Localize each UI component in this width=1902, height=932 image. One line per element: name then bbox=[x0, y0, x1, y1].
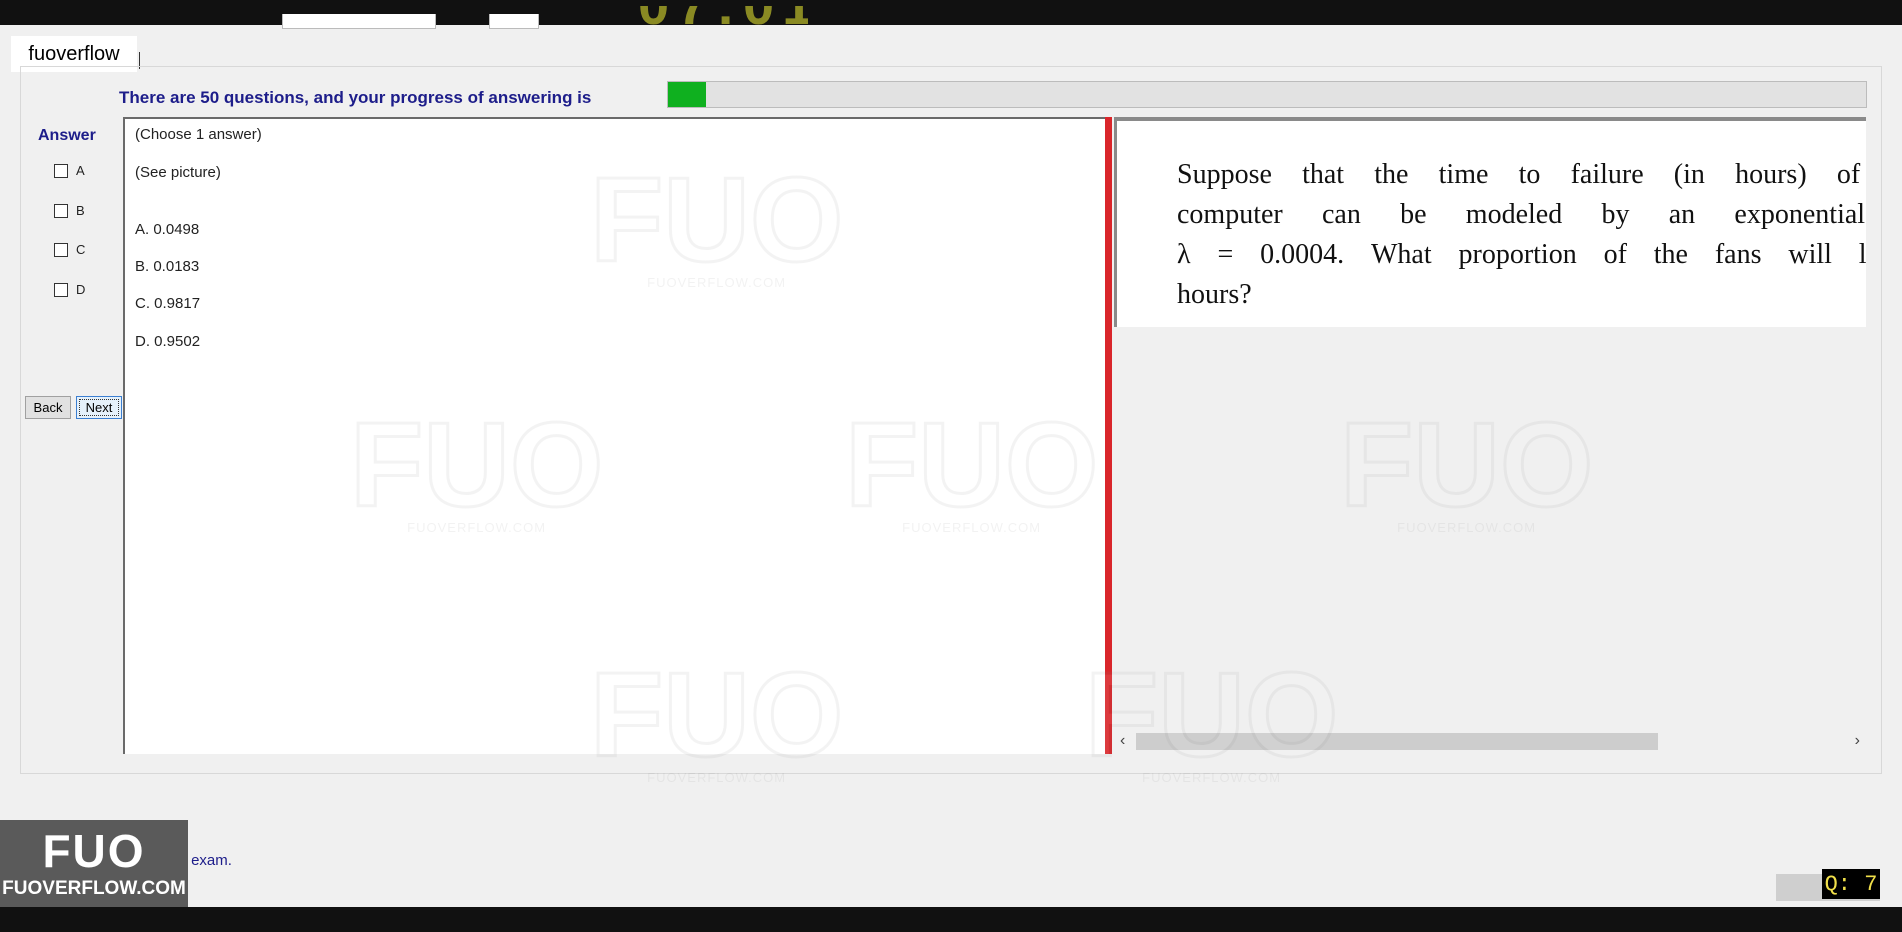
site-logo: FUO FUOVERFLOW.COM bbox=[0, 820, 188, 908]
answer-option-a[interactable]: A bbox=[54, 163, 85, 178]
progress-bar-fill bbox=[668, 82, 707, 107]
choice-a: A. 0.0498 bbox=[135, 221, 200, 238]
checkbox[interactable] bbox=[54, 282, 68, 297]
bottom-letterbox-bar bbox=[0, 907, 1902, 932]
question-counter: Q: 7 bbox=[1822, 869, 1880, 899]
question-image-line: hours? bbox=[1177, 279, 1252, 310]
answer-option-b[interactable]: B bbox=[54, 203, 85, 218]
question-image-line: Suppose that the time to failure (in hou… bbox=[1177, 159, 1866, 190]
question-text-panel: (Choose 1 answer) (See picture) A. 0.049… bbox=[123, 117, 1107, 754]
question-image: Suppose that the time to failure (in hou… bbox=[1114, 117, 1866, 327]
top-dropdown-control[interactable] bbox=[282, 14, 436, 29]
question-note: (See picture) bbox=[135, 164, 221, 181]
progress-text: There are 50 questions, and your progres… bbox=[119, 88, 592, 107]
checkbox[interactable] bbox=[54, 203, 68, 218]
panel-splitter[interactable] bbox=[1105, 117, 1112, 754]
answer-heading: Answer bbox=[38, 127, 96, 144]
horizontal-scrollbar[interactable]: ‹ › bbox=[1116, 730, 1866, 752]
scroll-right-icon[interactable]: › bbox=[1855, 732, 1860, 750]
exam-timer: 07:01 bbox=[638, 6, 808, 30]
answer-option-c[interactable]: C bbox=[54, 242, 85, 257]
answer-option-label: C bbox=[76, 242, 86, 257]
progress-bar bbox=[667, 81, 1867, 108]
next-button[interactable]: Next bbox=[76, 396, 122, 419]
checkbox[interactable] bbox=[54, 163, 68, 178]
answer-option-d[interactable]: D bbox=[54, 282, 85, 297]
choice-d: D. 0.9502 bbox=[135, 333, 201, 350]
top-small-control[interactable] bbox=[489, 14, 539, 29]
scrollbar-thumb[interactable] bbox=[1136, 733, 1658, 750]
choice-b: B. 0.0183 bbox=[135, 258, 200, 275]
choice-c: C. 0.9817 bbox=[135, 295, 201, 312]
checkbox[interactable] bbox=[54, 242, 68, 257]
answer-option-label: D bbox=[76, 282, 86, 297]
answer-option-label: A bbox=[76, 163, 85, 178]
answer-option-label: B bbox=[76, 203, 85, 218]
question-image-line: λ = 0.0004. What proportion of the fans … bbox=[1177, 239, 1866, 270]
question-instruction: (Choose 1 answer) bbox=[135, 126, 262, 143]
back-button[interactable]: Back bbox=[25, 396, 71, 419]
logo-mark: FUO bbox=[42, 825, 146, 877]
logo-text: FUOVERFLOW.COM bbox=[2, 878, 186, 899]
question-image-line: computer can be modeled by an exponentia… bbox=[1177, 199, 1866, 230]
scroll-left-icon[interactable]: ‹ bbox=[1120, 732, 1125, 750]
